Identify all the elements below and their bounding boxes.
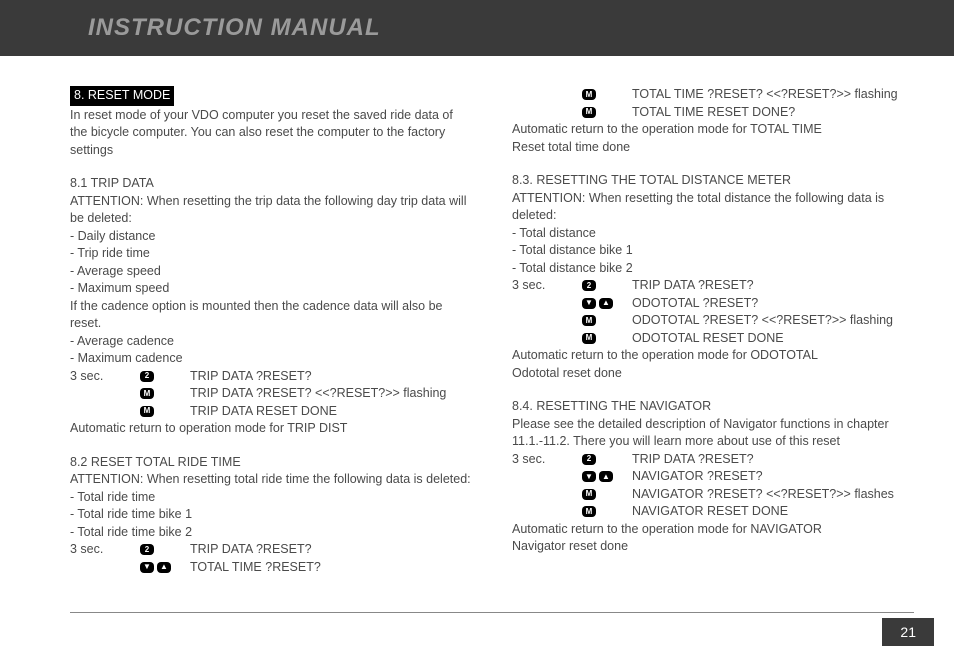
section-8-2-attention: ATTENTION: When resetting total ride tim… — [70, 471, 472, 489]
footer-rule — [70, 612, 914, 613]
step-line: M TOTAL TIME RESET DONE? — [512, 104, 914, 122]
button-2-icon: 2 — [140, 544, 154, 555]
step-line: M ODOTOTAL ?RESET? <<?RESET?>> flashing — [512, 312, 914, 330]
step-line: M TOTAL TIME ?RESET? <<?RESET?>> flashin… — [512, 86, 914, 104]
header-bar: INSTRUCTION MANUAL — [0, 0, 954, 56]
bullet: - Total ride time — [70, 489, 472, 507]
bullet: - Total distance — [512, 225, 914, 243]
step-text: ODOTOTAL RESET DONE — [632, 330, 914, 348]
section-8-4-done: Navigator reset done — [512, 538, 914, 556]
button-2-icon: 2 — [582, 280, 596, 291]
step-line: 3 sec. 2 TRIP DATA ?RESET? — [512, 451, 914, 469]
bullet: - Daily distance — [70, 228, 472, 246]
right-column: M TOTAL TIME ?RESET? <<?RESET?>> flashin… — [512, 86, 914, 576]
section-8-3-attention: ATTENTION: When resetting the total dist… — [512, 190, 914, 225]
step-text: NAVIGATOR ?RESET? <<?RESET?>> flashes — [632, 486, 914, 504]
step-text: ODOTOTAL ?RESET? — [632, 295, 914, 313]
bullet: - Maximum speed — [70, 280, 472, 298]
step-line: 3 sec. 2 TRIP DATA ?RESET? — [70, 368, 472, 386]
button-up-icon: ▲ — [599, 298, 613, 309]
step-line: 3 sec. 2 TRIP DATA ?RESET? — [70, 541, 472, 559]
button-up-icon: ▲ — [157, 562, 171, 573]
step-text: TRIP DATA RESET DONE — [190, 403, 472, 421]
bullet: - Total ride time bike 1 — [70, 506, 472, 524]
section-8-4-auto: Automatic return to the operation mode f… — [512, 521, 914, 539]
button-m-icon: M — [140, 388, 154, 399]
button-m-icon: M — [582, 315, 596, 326]
button-m-icon: M — [140, 406, 154, 417]
page-number: 21 — [882, 618, 934, 646]
step-line: M TRIP DATA RESET DONE — [70, 403, 472, 421]
step-text: NAVIGATOR RESET DONE — [632, 503, 914, 521]
step-text: TRIP DATA ?RESET? — [632, 277, 914, 295]
step-line: M ODOTOTAL RESET DONE — [512, 330, 914, 348]
button-m-icon: M — [582, 333, 596, 344]
bullet: - Total distance bike 2 — [512, 260, 914, 278]
step-line: M NAVIGATOR ?RESET? <<?RESET?>> flashes — [512, 486, 914, 504]
section-8-2-auto: Automatic return to the operation mode f… — [512, 121, 914, 139]
button-down-icon: ▼ — [582, 298, 596, 309]
button-2-icon: 2 — [582, 454, 596, 465]
step-text: TOTAL TIME ?RESET? <<?RESET?>> flashing — [632, 86, 914, 104]
left-column: 8. RESET MODE In reset mode of your VDO … — [70, 86, 472, 576]
step-prefix: 3 sec. — [512, 451, 582, 469]
section-8-intro: In reset mode of your VDO computer you r… — [70, 107, 472, 160]
step-text: NAVIGATOR ?RESET? — [632, 468, 914, 486]
section-8-2-done: Reset total time done — [512, 139, 914, 157]
step-line: ▼ ▲ NAVIGATOR ?RESET? — [512, 468, 914, 486]
section-8-4-title: 8.4. RESETTING THE NAVIGATOR — [512, 398, 914, 416]
step-prefix: 3 sec. — [70, 368, 140, 386]
step-line: ▼ ▲ TOTAL TIME ?RESET? — [70, 559, 472, 577]
step-text: TOTAL TIME RESET DONE? — [632, 104, 914, 122]
section-8-1-title: 8.1 TRIP DATA — [70, 175, 472, 193]
button-down-icon: ▼ — [582, 471, 596, 482]
button-up-icon: ▲ — [599, 471, 613, 482]
button-m-icon: M — [582, 489, 596, 500]
section-8-3-auto: Automatic return to the operation mode f… — [512, 347, 914, 365]
section-8-4-note: Please see the detailed description of N… — [512, 416, 914, 451]
step-prefix: 3 sec. — [512, 277, 582, 295]
step-line: 3 sec. 2 TRIP DATA ?RESET? — [512, 277, 914, 295]
button-m-icon: M — [582, 89, 596, 100]
bullet: - Maximum cadence — [70, 350, 472, 368]
bullet: - Trip ride time — [70, 245, 472, 263]
step-prefix: 3 sec. — [70, 541, 140, 559]
section-8-1-auto: Automatic return to operation mode for T… — [70, 420, 472, 438]
step-text: TOTAL TIME ?RESET? — [190, 559, 472, 577]
step-text: TRIP DATA ?RESET? — [190, 368, 472, 386]
bullet: - Total distance bike 1 — [512, 242, 914, 260]
step-line: M TRIP DATA ?RESET? <<?RESET?>> flashing — [70, 385, 472, 403]
step-line: M NAVIGATOR RESET DONE — [512, 503, 914, 521]
header-title: INSTRUCTION MANUAL — [88, 14, 381, 41]
section-8-1-attention: ATTENTION: When resetting the trip data … — [70, 193, 472, 228]
bullet: - Average speed — [70, 263, 472, 281]
bullet: - Average cadence — [70, 333, 472, 351]
section-8-2-title: 8.2 RESET TOTAL RIDE TIME — [70, 454, 472, 472]
section-8-3-done: Odototal reset done — [512, 365, 914, 383]
button-m-icon: M — [582, 506, 596, 517]
button-m-icon: M — [582, 107, 596, 118]
content-area: 8. RESET MODE In reset mode of your VDO … — [0, 56, 954, 596]
step-text: TRIP DATA ?RESET? — [190, 541, 472, 559]
section-8-1-note: If the cadence option is mounted then th… — [70, 298, 472, 333]
button-2-icon: 2 — [140, 371, 154, 382]
step-text: TRIP DATA ?RESET? <<?RESET?>> flashing — [190, 385, 472, 403]
step-text: ODOTOTAL ?RESET? <<?RESET?>> flashing — [632, 312, 914, 330]
section-8-3-title: 8.3. RESETTING THE TOTAL DISTANCE METER — [512, 172, 914, 190]
section-8-heading: 8. RESET MODE — [70, 86, 174, 106]
step-line: ▼ ▲ ODOTOTAL ?RESET? — [512, 295, 914, 313]
step-text: TRIP DATA ?RESET? — [632, 451, 914, 469]
bullet: - Total ride time bike 2 — [70, 524, 472, 542]
button-down-icon: ▼ — [140, 562, 154, 573]
